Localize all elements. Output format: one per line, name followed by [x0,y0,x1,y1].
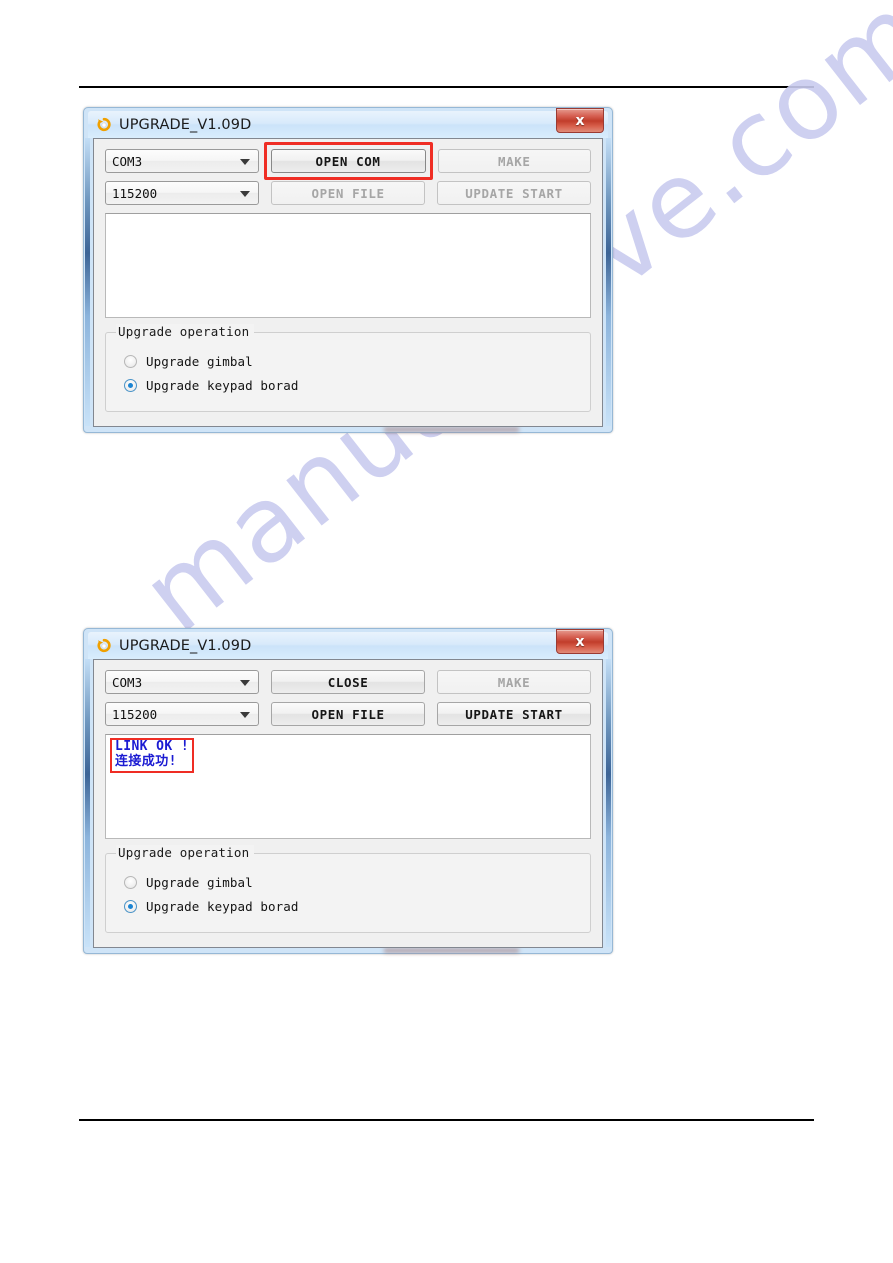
window-title: UPGRADE_V1.09D [119,637,252,654]
radio-label-upgrade-keypad: Upgrade keypad borad [146,898,299,914]
window-title: UPGRADE_V1.09D [119,116,252,133]
open-com-button[interactable]: OPEN COM [270,149,426,173]
radio-label-upgrade-gimbal: Upgrade gimbal [146,874,253,890]
scan-artifact [384,427,519,432]
radio-icon-selected[interactable] [124,899,137,913]
groupbox-title: Upgrade operation [116,324,255,339]
control-row-2: 115200 OPEN FILE UPDATE START [105,181,591,205]
link-ok-message-highlight: LINK OK ! 连接成功! [110,738,195,773]
page-header-rule [79,86,814,88]
make-button[interactable]: MAKE [437,149,591,173]
radio-option-upgrade-keypad[interactable]: Upgrade keypad borad [124,373,578,397]
scan-artifact [384,948,519,953]
com-port-select[interactable]: COM3 [105,149,259,173]
update-start-button[interactable]: UPDATE START [437,702,591,726]
baud-rate-select[interactable]: 115200 [105,181,260,205]
title-bar: UPGRADE_V1.09D x [88,629,608,659]
log-line-chinese: 连接成功! [115,753,177,769]
control-row-1: COM3 CLOSE MAKE [105,670,591,694]
close-button[interactable]: x [556,629,604,654]
open-com-button-wrapper: OPEN COM [263,142,433,180]
baud-rate-value: 115200 [112,706,158,722]
radio-option-upgrade-gimbal[interactable]: Upgrade gimbal [124,349,578,373]
log-output-area[interactable] [105,213,591,318]
upgrade-window-before-connect: UPGRADE_V1.09D x COM3 OPEN COM MAKE 1152… [83,107,613,433]
com-port-value: COM3 [112,153,143,169]
radio-icon-selected[interactable] [124,378,137,392]
update-start-button[interactable]: UPDATE START [437,181,591,205]
control-row-2: 115200 OPEN FILE UPDATE START [105,702,591,726]
close-com-button[interactable]: CLOSE [271,670,426,694]
close-button[interactable]: x [556,108,604,133]
upgrade-operation-groupbox: Upgrade operation Upgrade gimbal Upgrade… [105,324,591,412]
baud-rate-select[interactable]: 115200 [105,702,260,726]
client-area: COM3 OPEN COM MAKE 115200 OPEN FILE UPDA… [93,138,603,427]
open-file-button[interactable]: OPEN FILE [271,181,426,205]
chevron-down-icon[interactable] [239,159,250,165]
com-port-select[interactable]: COM3 [105,670,260,694]
upgrade-window-after-connect: UPGRADE_V1.09D x COM3 CLOSE MAKE 115200 … [83,628,613,954]
make-button[interactable]: MAKE [437,670,591,694]
title-bar: UPGRADE_V1.09D x [88,108,608,138]
radio-option-upgrade-gimbal[interactable]: Upgrade gimbal [124,870,578,894]
open-file-button[interactable]: OPEN FILE [271,702,426,726]
control-row-1: COM3 OPEN COM MAKE [105,142,591,180]
upgrade-operation-groupbox: Upgrade operation Upgrade gimbal Upgrade… [105,845,591,933]
radio-option-upgrade-keypad[interactable]: Upgrade keypad borad [124,894,578,918]
chevron-down-icon[interactable] [240,191,251,197]
radio-label-upgrade-keypad: Upgrade keypad borad [146,377,299,393]
upgrade-refresh-icon [96,117,112,133]
page-footer-rule [79,1119,814,1121]
close-icon: x [575,112,585,129]
baud-rate-value: 115200 [112,185,158,201]
radio-icon-unselected[interactable] [124,875,137,889]
log-line-english: LINK OK ! [115,739,190,754]
chevron-down-icon[interactable] [240,712,251,718]
close-icon: x [575,633,585,650]
client-area: COM3 CLOSE MAKE 115200 OPEN FILE UPDATE … [93,659,603,948]
radio-icon-unselected[interactable] [124,354,137,368]
com-port-value: COM3 [112,674,143,690]
radio-label-upgrade-gimbal: Upgrade gimbal [146,353,253,369]
log-output-area[interactable]: LINK OK ! 连接成功! [105,734,591,839]
chevron-down-icon[interactable] [240,680,251,686]
groupbox-title: Upgrade operation [116,845,255,860]
upgrade-refresh-icon [96,638,112,654]
